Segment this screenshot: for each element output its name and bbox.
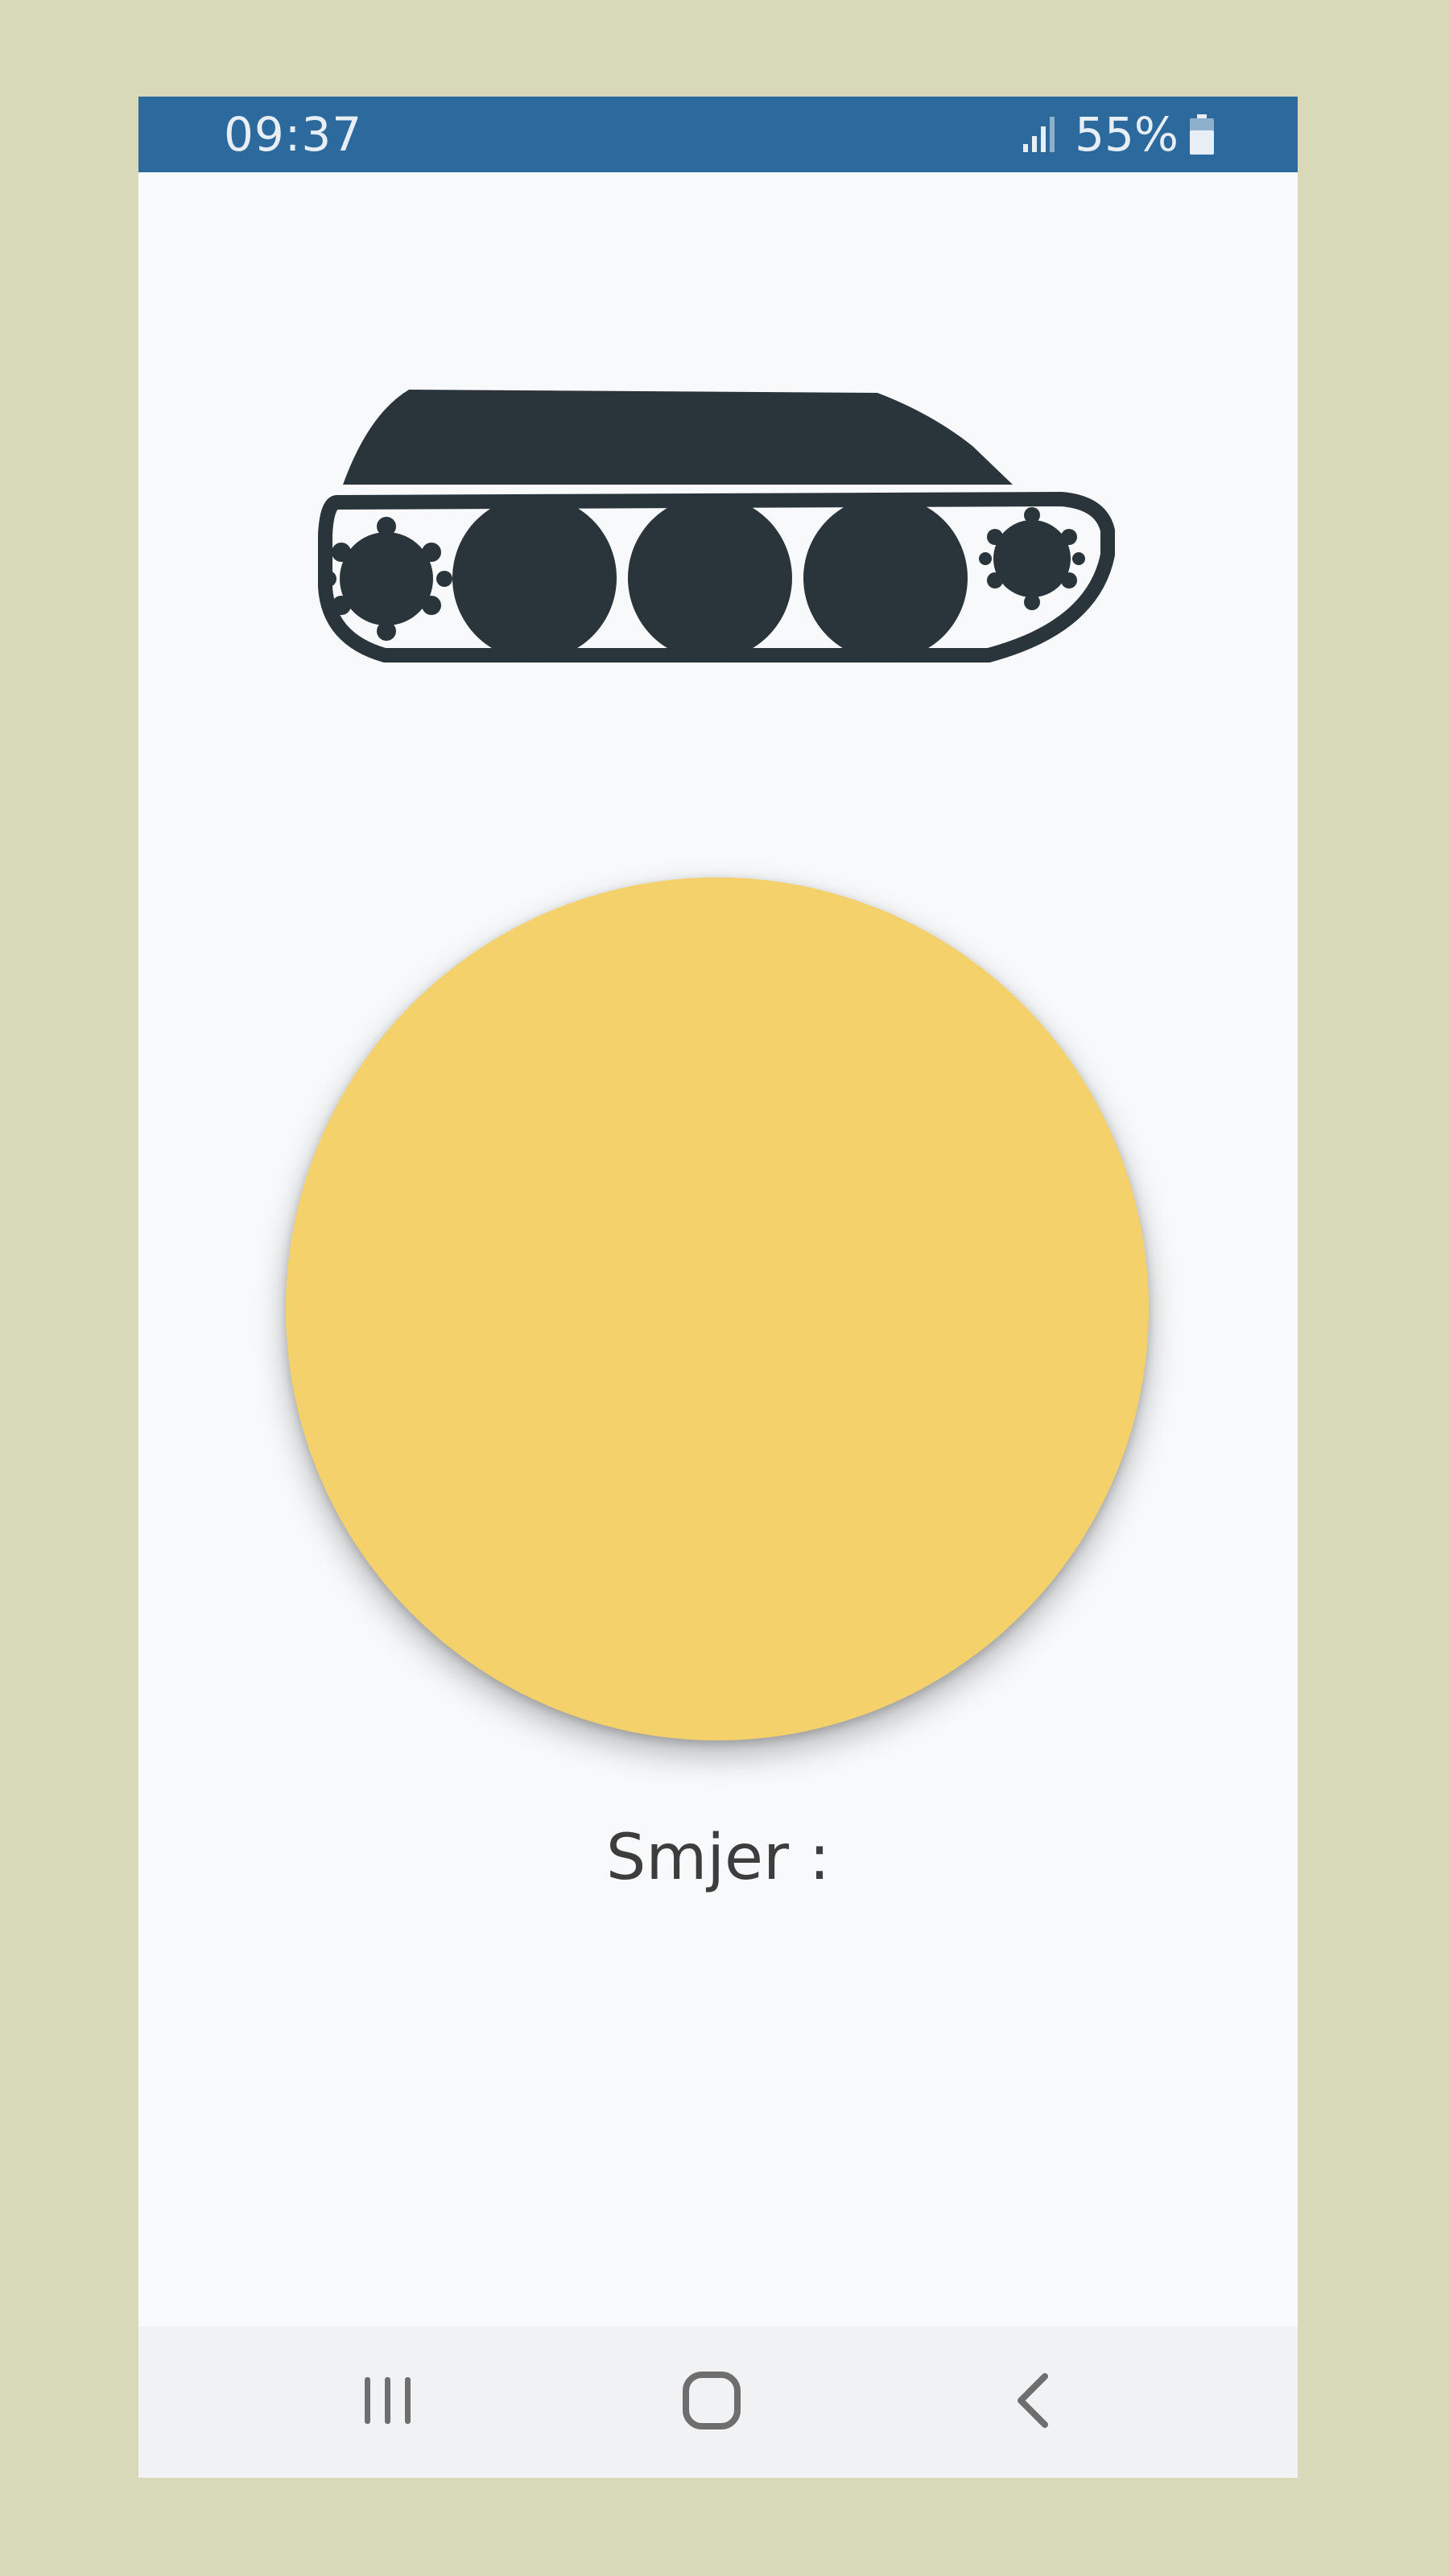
home-icon bbox=[681, 2370, 742, 2435]
direction-label: Smjer : bbox=[605, 1822, 831, 1894]
back-button[interactable] bbox=[993, 2362, 1074, 2442]
phone-screen: 09:37 55% Smjer: bbox=[138, 97, 1298, 2478]
back-icon bbox=[1009, 2370, 1058, 2435]
navigation-bar bbox=[138, 2326, 1298, 2478]
home-button[interactable] bbox=[671, 2362, 752, 2442]
joystick-pad[interactable] bbox=[286, 877, 1149, 1740]
recents-icon bbox=[360, 2372, 416, 2433]
signal-icon bbox=[1022, 115, 1059, 154]
battery-icon bbox=[1190, 114, 1214, 155]
status-bar: 09:37 55% bbox=[138, 97, 1298, 172]
tank-icon bbox=[296, 382, 1133, 720]
status-time: 09:37 bbox=[224, 107, 363, 162]
status-indicators: 55% bbox=[1022, 108, 1214, 161]
recents-button[interactable] bbox=[348, 2362, 428, 2442]
battery-percent: 55% bbox=[1075, 107, 1179, 162]
